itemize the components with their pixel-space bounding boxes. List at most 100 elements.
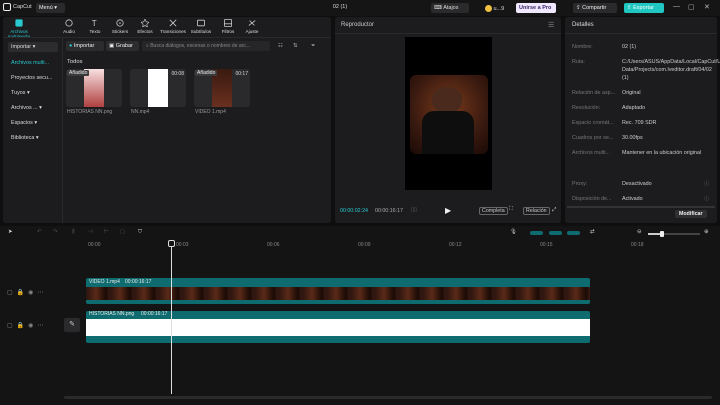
ruler-tick: 00:09 — [358, 242, 371, 248]
player-menu-icon[interactable]: ☰ — [548, 21, 554, 29]
details-scrollbar[interactable] — [567, 206, 715, 208]
detail-label: Relación de asp... — [572, 90, 616, 96]
zoom-in-icon[interactable]: ⊕ — [704, 229, 708, 235]
tab-media[interactable]: Archivos multimedia — [5, 19, 33, 39]
tab-subtitles[interactable]: Subtítulos — [189, 19, 213, 34]
fit-screen-icon[interactable]: ⛶ — [509, 206, 513, 213]
redo-icon[interactable]: ↷ — [53, 229, 57, 235]
track-video-controls[interactable]: ▢🔒◉⋯ — [7, 289, 47, 296]
view-grid-icon[interactable]: ☷ — [278, 43, 283, 49]
split-right-icon[interactable]: ⊢ — [104, 229, 109, 235]
info-icon[interactable]: ⓘ — [704, 179, 709, 187]
undo-icon[interactable]: ↶ — [37, 229, 41, 235]
ruler-tick: 00:12 — [449, 242, 462, 248]
details-divider — [565, 33, 717, 34]
close-icon[interactable]: ✕ — [704, 3, 710, 11]
user-button[interactable]: u...9 — [482, 3, 512, 13]
video-clip[interactable] — [86, 278, 590, 304]
avatar — [485, 4, 492, 12]
delete-icon[interactable]: ▢ — [120, 229, 125, 235]
sidebar-item-media-files[interactable]: Archivos multi... — [8, 58, 58, 68]
tab-transitions[interactable]: Transiciones — [158, 19, 188, 34]
detail-value: C:/Users/ASUS/AppData/Local/CapCut/User … — [622, 59, 720, 81]
search-placeholder: Busca diálogos, escenas o nombres de arc… — [150, 43, 250, 49]
timeline-scrollbar[interactable] — [64, 396, 712, 399]
frame-icon[interactable]: ▯▯ — [411, 207, 417, 213]
media-item-nn[interactable]: 00:08 — [130, 69, 186, 107]
sticker-icon — [116, 19, 124, 27]
join-pro-button[interactable]: Unirse a Pro — [516, 3, 556, 13]
record-icon: ▣ — [109, 43, 115, 49]
sidebar-item-library[interactable]: Biblioteca ▾ — [8, 133, 58, 143]
playhead-line[interactable] — [171, 241, 172, 394]
share-icon: ⇪ — [576, 4, 581, 11]
share-label: Compartir — [582, 4, 607, 11]
full-button[interactable]: Completa — [479, 207, 508, 215]
tab-text-label: Texto — [89, 29, 101, 34]
media-item-name: HISTORIAS NN.png — [67, 109, 113, 115]
fullscreen-icon[interactable]: ⤢ — [552, 207, 556, 214]
sidebar-item-yours[interactable]: Tuyos ▾ — [8, 88, 58, 98]
tab-text[interactable]: T Texto — [83, 19, 107, 34]
capcut-logo-icon — [3, 3, 11, 11]
tab-adjust-label: Ajuste — [245, 29, 259, 34]
sidebar-item-import[interactable]: Importar ▾ — [8, 42, 58, 52]
zoom-out-icon[interactable]: ⊖ — [637, 229, 641, 235]
app-name: CapCut — [13, 4, 32, 10]
filter-menu-icon[interactable]: ⏷ — [311, 43, 315, 50]
keyboard-icon: ⌨ — [434, 4, 442, 11]
tab-stickers[interactable]: Stickers — [108, 19, 132, 34]
added-badge: Añadido — [67, 70, 90, 76]
video-frame — [410, 75, 488, 154]
split-left-icon[interactable]: ⊣ — [88, 229, 93, 235]
thumbnail-image — [148, 69, 168, 107]
split-icon[interactable]: ⫼ — [72, 229, 74, 236]
edit-cover-icon[interactable]: ✎ — [64, 318, 80, 332]
details-title: Detalles — [572, 22, 594, 28]
record-button[interactable]: ▣ Grabar — [106, 41, 139, 51]
tab-filters[interactable]: Filtros — [216, 19, 240, 34]
tab-audio[interactable]: Audio — [57, 19, 81, 34]
preview-axis-icon[interactable] — [567, 231, 580, 235]
info-icon[interactable]: ⓘ — [704, 194, 709, 202]
total-time: 00:00:16:17 — [375, 208, 403, 214]
detail-value: Activado — [622, 196, 643, 202]
search-input[interactable]: ⌕ Busca diálogos, escenas o nombres de a… — [142, 41, 270, 51]
link-toggle-icon[interactable] — [549, 231, 562, 235]
sidebar-item-files[interactable]: Archivos ... ▾ — [8, 103, 58, 113]
playhead-handle[interactable] — [168, 240, 175, 247]
zoom-slider-handle[interactable] — [660, 231, 664, 237]
record-label: Grabar — [115, 43, 133, 49]
select-tool-icon[interactable]: ➤ — [8, 229, 12, 235]
export-label: Exportar — [633, 4, 654, 11]
ratio-button[interactable]: Relación — [523, 207, 550, 215]
media-item-historias[interactable]: Añadido — [66, 69, 122, 107]
sidebar-item-sequence-projects[interactable]: Proyectos secu... — [8, 73, 58, 83]
tab-adjust[interactable]: Ajuste — [240, 19, 264, 34]
menu-button[interactable]: Menú ▾ — [36, 3, 65, 13]
maximize-icon[interactable]: ▢ — [688, 3, 695, 11]
export-icon: ⇧ — [627, 4, 632, 11]
import-button[interactable]: ● Importar — [66, 41, 104, 51]
sidebar-item-spaces[interactable]: Espacios ▾ — [8, 118, 58, 128]
play-icon[interactable]: ▶ — [445, 206, 451, 215]
modify-button[interactable]: Modificar — [675, 210, 707, 218]
tab-effects[interactable]: Efectos — [133, 19, 157, 34]
detail-label: Proxy: — [572, 181, 588, 187]
shortcuts-button[interactable]: ⌨ Atajos — [431, 3, 469, 13]
minimize-icon[interactable]: — — [673, 3, 680, 10]
share-button[interactable]: ⇪ Compartir — [573, 3, 617, 13]
shield-icon[interactable]: ⛉ — [138, 229, 142, 236]
magnet-toggle-icon[interactable] — [530, 231, 543, 235]
caption-icon[interactable]: ⇄ — [590, 229, 594, 235]
detail-label: Ruta: — [572, 59, 585, 65]
detail-label: Cuadros por se... — [572, 135, 614, 141]
image-clip-fill — [86, 319, 590, 336]
detail-value: Rec. 709 SDR — [622, 120, 657, 126]
track-image-controls[interactable]: ▢🔒◉⋯ — [7, 322, 47, 329]
microphone-icon[interactable]: 🎙 — [510, 229, 517, 235]
export-button[interactable]: ⇧ Exportar — [624, 3, 664, 13]
sort-icon[interactable]: ⇅ — [293, 43, 297, 49]
media-item-video1[interactable]: Añadido 00:17 — [194, 69, 250, 107]
tab-transitions-label: Transiciones — [160, 29, 186, 34]
